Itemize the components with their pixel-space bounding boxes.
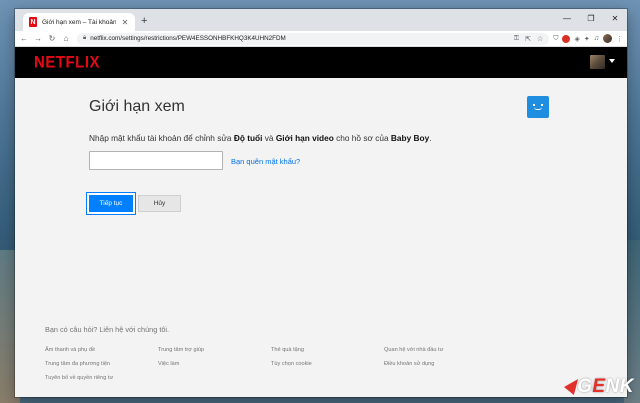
watermark-text: GENK [577,376,634,398]
extensions-puzzle-icon[interactable]: ✦ [584,35,590,43]
extension-shield-icon[interactable]: ⛉ [553,35,558,43]
tab-netflix-restrictions[interactable]: N Giới hạn xem – Tài khoản – Netfl… ✕ [23,13,135,31]
instruction-title-restrictions: Giới hạn video [275,133,334,143]
avatar-smile [534,107,542,110]
footer-contact-question[interactable]: Bạn có câu hỏi? Liên hệ với chúng tôi. [45,325,169,334]
forward-arrow-icon[interactable]: → [33,34,43,43]
url-text: netflix.com/settings/restrictions/PEW4ES… [90,35,286,42]
password-input[interactable] [89,151,223,170]
footer-link-audio-subtitles[interactable]: Âm thanh và phụ đề [45,347,158,353]
close-window-button[interactable]: ✕ [603,9,627,27]
watermark-letters-nk: NK [605,376,634,397]
new-tab-button[interactable]: + [141,15,147,27]
instruction-text: Nhập mật khẩu tài khoản để chỉnh sửa Độ … [89,133,432,143]
footer-link-privacy[interactable]: Tuyên bố về quyền riêng tư [45,375,158,381]
window-controls: — ❐ ✕ [555,9,627,27]
instruction-maturity-rating: Độ tuổi [233,133,263,143]
browser-toolbar: ← → ↻ ⌂ 🔒︎ netflix.com/settings/restrict… [15,31,627,47]
minimize-button[interactable]: — [555,9,579,27]
key-icon[interactable]: ⚿ [514,35,519,43]
footer-link-terms-of-use[interactable]: Điều khoản sử dụng [384,361,497,367]
footer-link-help-center[interactable]: Trung tâm trợ giúp [158,347,271,353]
instruction-part: cho hồ sơ của [333,133,391,143]
instruction-profile-name: Baby Boy [390,133,430,143]
instruction-part: Nhập mật khẩu tài khoản để chỉnh sửa [89,133,234,143]
footer-link-media-center[interactable]: Trung tâm đa phương tiện [45,361,158,367]
address-bar[interactable]: 🔒︎ netflix.com/settings/restrictions/PEW… [77,32,550,45]
netflix-favicon-icon: N [29,17,37,27]
instruction-part: và [262,133,276,143]
omnibox-actions: ⚿ ⇱ ☆ [514,35,543,43]
back-arrow-icon[interactable]: ← [19,34,29,43]
star-icon[interactable]: ☆ [537,35,543,43]
avatar-eye-left [533,104,535,106]
lock-icon[interactable]: 🔒︎ [83,35,86,42]
tab-strip: N Giới hạn xem – Tài khoản – Netfl… ✕ + … [15,9,627,31]
restrictions-page: Giới hạn xem Nhập mật khẩu tài khoản để … [15,78,627,397]
watermark-arrow-icon [561,379,579,395]
avatar-eye-right [541,104,543,106]
tab-close-icon[interactable]: ✕ [121,18,129,27]
footer-link-cookie-preferences[interactable]: Tùy chọn cookie [271,361,384,367]
watermark-letter-g: G [577,376,593,397]
restore-button[interactable]: ❐ [579,9,603,27]
footer-links: Âm thanh và phụ đề Trung tâm trợ giúp Th… [45,347,515,381]
extension-red-icon[interactable] [562,34,571,43]
account-profile-avatar[interactable] [590,55,605,69]
caret-down-icon[interactable] [609,59,615,63]
footer-link-gift-cards[interactable]: Thẻ quà tặng [271,347,384,353]
continue-button[interactable]: Tiếp tục [89,195,133,212]
watermark-letter-e: E [592,376,606,397]
netflix-logo[interactable]: NETFLIX [34,53,100,72]
kebab-menu-icon[interactable]: ⋮ [616,35,623,43]
forgot-password-link[interactable]: Bạn quên mật khẩu? [231,157,300,166]
footer-link-jobs[interactable]: Việc làm [158,361,271,367]
chrome-profile-avatar[interactable] [603,34,612,43]
instruction-part: . [429,133,432,143]
kids-profile-avatar-icon [527,96,549,118]
browser-window: N Giới hạn xem – Tài khoản – Netfl… ✕ + … [15,9,627,397]
netflix-header: NETFLIX [15,47,627,78]
home-icon[interactable]: ⌂ [61,34,71,43]
footer-link-investor-relations[interactable]: Quan hệ với nhà đầu tư [384,347,497,353]
share-icon[interactable]: ⇱ [525,35,531,43]
extension-blue-icon[interactable]: ◈ [574,35,579,43]
tab-title: Giới hạn xem – Tài khoản – Netfl… [42,18,116,26]
media-icon[interactable]: ♫ [594,35,599,42]
cancel-button[interactable]: Hủy [138,195,181,212]
genk-watermark: GENK [561,376,634,398]
reload-icon[interactable]: ↻ [47,34,57,43]
page-title: Giới hạn xem [89,98,185,115]
